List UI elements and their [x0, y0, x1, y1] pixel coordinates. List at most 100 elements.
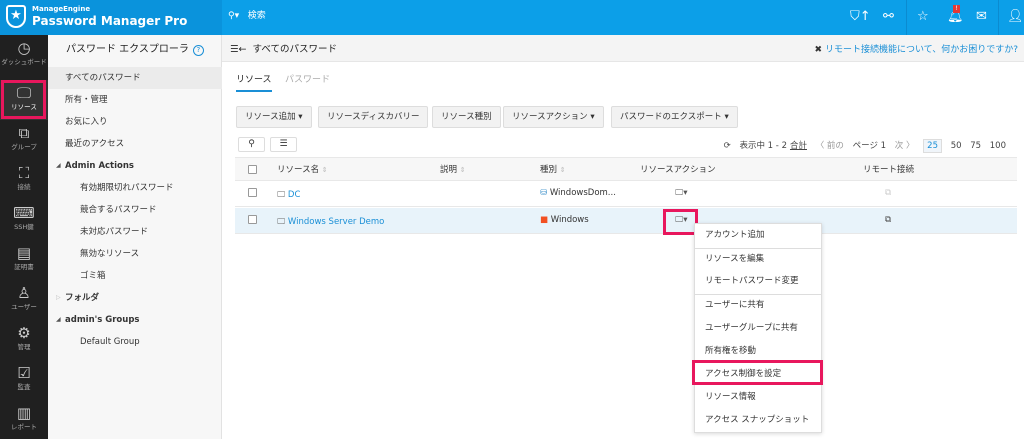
shield-upload-icon[interactable]: ⛉↑: [850, 9, 871, 24]
mail-icon[interactable]: ✉: [976, 9, 987, 24]
type-label: WindowsDom...: [549, 188, 616, 198]
col-remote-connect: リモート接続: [863, 165, 915, 175]
product-name: Password Manager Pro: [32, 14, 188, 28]
col-label: 説明: [440, 165, 458, 175]
highlight-box-access-control: [692, 360, 823, 385]
page-size-100[interactable]: 100: [990, 141, 1006, 151]
explorer-group-folder[interactable]: ▷ フォルダ: [48, 287, 222, 309]
row-checkbox[interactable]: [248, 215, 257, 224]
menu-add-account[interactable]: アカウント追加: [695, 224, 821, 247]
explorer-item-trash[interactable]: ゴミ箱: [48, 265, 222, 287]
explorer-item-invalid-resources[interactable]: 無効なリソース: [48, 243, 222, 265]
nav-dashboard[interactable]: ◷ ダッシュボード: [0, 35, 48, 75]
menu-remote-password-change[interactable]: リモートパスワード変更: [695, 270, 821, 293]
row-checkbox[interactable]: [248, 188, 257, 197]
explorer-item-unhandled[interactable]: 未対応パスワード: [48, 221, 222, 243]
next-page[interactable]: 次 〉: [895, 141, 915, 151]
collapse-menu-icon[interactable]: ☰←: [230, 44, 246, 55]
export-passwords-button[interactable]: パスワードのエクスポート ▾: [611, 106, 738, 128]
nav-label: 接続: [17, 183, 31, 191]
menu-edit-resource[interactable]: リソースを編集: [695, 248, 821, 271]
prev-page[interactable]: 〈 前の: [816, 141, 844, 151]
col-resource-name[interactable]: リソース名 ⇕: [277, 158, 328, 182]
menu-share-users[interactable]: ユーザーに共有: [695, 294, 821, 317]
nav-label: SSH鍵: [14, 223, 34, 231]
windows-domain-icon: ⛁: [540, 188, 548, 198]
resource-actions-button[interactable]: リソースアクション ▾: [503, 106, 604, 128]
explorer-item-expired[interactable]: 有効期限切れパスワード: [48, 177, 222, 199]
refresh-icon[interactable]: ⟳: [724, 141, 731, 151]
resource-type: ⛁ WindowsDom...: [540, 181, 616, 205]
col-resource-actions: リソースアクション: [640, 165, 716, 175]
page-size-25[interactable]: 25: [923, 139, 942, 153]
search-button[interactable]: ⚲: [238, 137, 265, 152]
explorer-item-owned[interactable]: 所有・管理: [48, 89, 222, 111]
total-link[interactable]: 合計: [790, 141, 807, 151]
resource-types-button[interactable]: リソース種別: [432, 106, 501, 128]
nav-label: レポート: [11, 423, 37, 431]
resource-link[interactable]: DC: [288, 190, 300, 200]
nav-certificates[interactable]: ▤ 証明書: [0, 240, 48, 280]
resource-name[interactable]: 🖵︎ DC: [277, 183, 300, 207]
connection-icon: ⛶: [18, 164, 30, 182]
add-resource-button[interactable]: リソース追加 ▾: [236, 106, 312, 128]
table-header: リソース名 ⇕ 説明 ⇕ 種別 ⇕ リソースアクション リモート接続: [235, 157, 1017, 181]
app-logo[interactable]: ★ ManageEngine Password Manager Pro: [0, 0, 222, 35]
link-icon[interactable]: ⚯: [883, 9, 894, 24]
audit-icon: ☑: [17, 364, 31, 382]
select-all-checkbox[interactable]: [248, 165, 257, 174]
explorer-group-admin-actions[interactable]: ◢ Admin Actions: [48, 155, 222, 177]
nav-audit[interactable]: ☑ 監査: [0, 360, 48, 400]
pagination: ⟳ 表示中 1 - 2 合計 〈 前の ページ 1 次 〉 25 50 75 10…: [718, 139, 1006, 153]
explorer-item-default-group[interactable]: Default Group: [48, 331, 222, 353]
nav-ssh-keys[interactable]: ⌨ SSH鍵: [0, 200, 48, 240]
resource-discovery-button[interactable]: リソースディスカバリー: [318, 106, 429, 128]
explorer-title: パスワード エクスプローラ?: [66, 40, 204, 56]
certificate-icon: ▤: [16, 244, 32, 262]
search-input[interactable]: ⚲▾ 検索: [228, 8, 266, 21]
nav-connections[interactable]: ⛶ 接続: [0, 160, 48, 200]
nav-label: 管理: [17, 343, 31, 351]
list-view-button[interactable]: ☰: [270, 137, 297, 152]
page-number: ページ 1: [852, 141, 887, 151]
page-size-75[interactable]: 75: [970, 141, 981, 151]
menu-share-user-groups[interactable]: ユーザーグループに共有: [695, 317, 821, 340]
resource-name[interactable]: 🖵︎ Windows Server Demo: [277, 210, 384, 234]
resource-link[interactable]: Windows Server Demo: [288, 217, 384, 227]
explorer-group-admin-groups[interactable]: ◢ admin's Groups: [48, 309, 222, 331]
tab-resources[interactable]: リソース: [236, 72, 272, 92]
resource-type: ■ Windows: [540, 208, 589, 232]
expand-triangle-icon: ◢: [56, 162, 61, 169]
button-label: リソースアクション: [512, 112, 588, 122]
page-size-50[interactable]: 50: [951, 141, 962, 151]
shield-logo-icon: ★: [6, 5, 26, 28]
col-type[interactable]: 種別 ⇕: [540, 158, 566, 182]
explorer-item-recent[interactable]: 最近のアクセス: [48, 133, 222, 155]
user-star-icon[interactable]: ☆: [917, 9, 929, 24]
brand-name: ManageEngine: [32, 5, 91, 13]
help-icon[interactable]: ?: [192, 45, 204, 56]
nav-groups[interactable]: ⧉ グループ: [0, 120, 48, 160]
explorer-item-conflicting[interactable]: 競合するパスワード: [48, 199, 222, 221]
search-icon: ⚲▾: [228, 11, 240, 21]
nav-users[interactable]: ♙ ユーザー: [0, 280, 48, 320]
col-label: 種別: [540, 165, 558, 175]
user-icon[interactable]: 👤︎: [1007, 9, 1024, 24]
group-label: admin's Groups: [65, 315, 140, 325]
explorer-item-favorites[interactable]: お気に入り: [48, 111, 222, 133]
resource-actions-dropdown[interactable]: 🖵︎▾: [675, 181, 687, 205]
nav-label: 証明書: [14, 263, 34, 271]
menu-access-snapshot[interactable]: アクセス スナップショット: [695, 409, 821, 432]
remote-help-link[interactable]: リモート接続機能について、何かお困りですか?: [825, 45, 1018, 55]
sort-icon: ⇕: [459, 166, 466, 174]
table-row: 🖵︎ DC ⛁ WindowsDom... 🖵︎▾ ⧉: [235, 181, 1017, 207]
remote-connect-icon[interactable]: ⧉: [885, 181, 891, 205]
menu-resource-info[interactable]: リソース情報: [695, 386, 821, 409]
col-description[interactable]: 説明 ⇕: [440, 158, 466, 182]
monitor-icon: 🖵︎: [277, 190, 286, 200]
nav-admin[interactable]: ⚙ 管理: [0, 320, 48, 360]
tab-passwords[interactable]: パスワード: [285, 72, 330, 85]
nav-reports[interactable]: ▥ レポート: [0, 400, 48, 440]
explorer-item-all-passwords[interactable]: すべてのパスワード: [48, 67, 222, 89]
remote-connect-icon[interactable]: ⧉: [885, 208, 891, 232]
